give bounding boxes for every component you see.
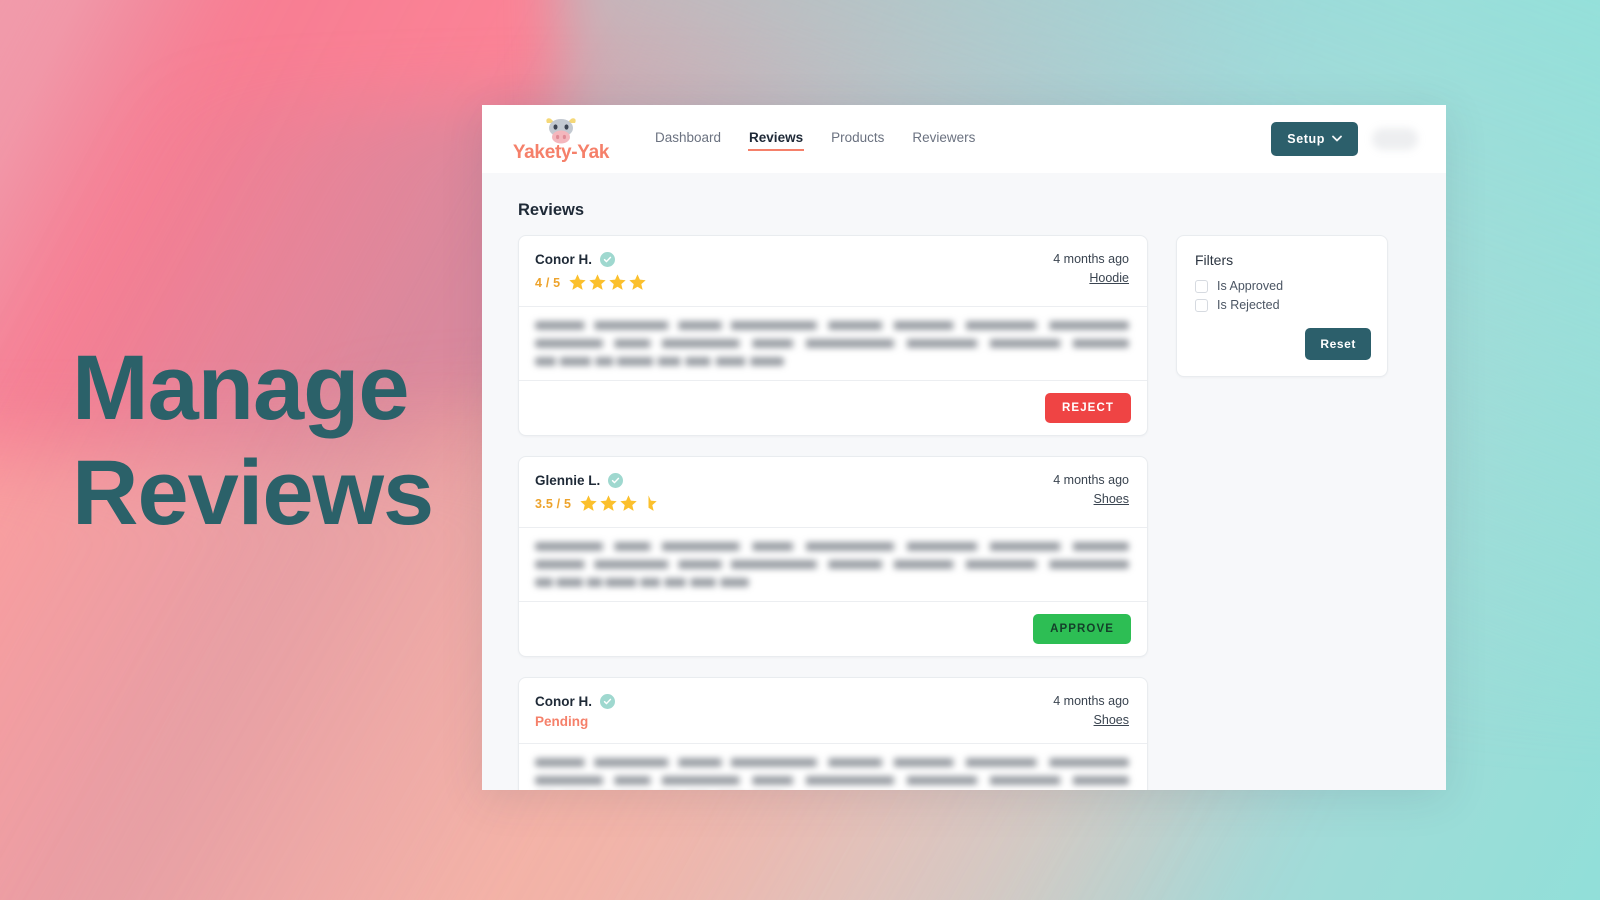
star-rating-icons — [568, 273, 647, 292]
verified-check-icon — [600, 252, 615, 267]
reviewer-name-row: Glennie L. — [535, 473, 1053, 488]
review-body-text — [519, 743, 1147, 790]
nav-link-products[interactable]: Products — [830, 127, 885, 151]
nav-right-group: Setup — [1271, 122, 1418, 156]
reviewer-name: Conor H. — [535, 694, 592, 709]
content-area: Conor H. 4 / 5 4 months ago Hoodie REJEC… — [518, 235, 1410, 790]
approve-button[interactable]: APPROVE — [1033, 614, 1131, 644]
review-identity: Conor H. 4 / 5 — [535, 252, 1053, 292]
verified-check-icon — [608, 473, 624, 488]
reviewer-name-row: Conor H. — [535, 252, 1053, 267]
top-navigation-bar: Yakety-Yak Dashboard Reviews Products Re… — [482, 105, 1446, 173]
review-timestamp: 4 months ago — [1053, 252, 1129, 266]
table-row: Glennie L. 3.5 / 5 4 months ago Shoes AP… — [518, 456, 1148, 657]
page-title: Reviews — [518, 201, 585, 219]
page-body: Reviews Conor H. 4 / 5 4 months ago Hood… — [482, 173, 1446, 790]
redacted-review-text — [535, 321, 1129, 366]
rating-score: 3.5 / 5 — [535, 496, 572, 511]
nav-links: Dashboard Reviews Products Reviewers — [654, 127, 976, 151]
reviewer-name: Glennie L. — [535, 473, 601, 488]
status-badge: Pending — [535, 714, 589, 729]
table-row: Conor H. 4 / 5 4 months ago Hoodie REJEC… — [518, 235, 1148, 436]
reset-button[interactable]: Reset — [1305, 328, 1371, 360]
review-body-text — [519, 306, 1147, 380]
review-timestamp: 4 months ago — [1053, 694, 1129, 708]
reset-row: Reset — [1195, 328, 1371, 360]
star-rating-icons — [579, 494, 658, 513]
brand-logo[interactable]: Yakety-Yak — [506, 116, 616, 162]
review-body-text — [519, 527, 1147, 601]
review-actions: REJECT — [519, 380, 1147, 435]
review-header: Glennie L. 3.5 / 5 4 months ago Shoes — [519, 457, 1147, 527]
rating-score: 4 / 5 — [535, 275, 561, 290]
review-meta: 4 months ago Hoodie — [1053, 252, 1129, 292]
checkbox-is-rejected[interactable] — [1195, 298, 1208, 312]
nav-link-reviews[interactable]: Reviews — [748, 127, 805, 151]
reviewer-name: Conor H. — [535, 252, 592, 267]
rating-row: 3.5 / 5 — [535, 494, 1053, 513]
app-window: Yakety-Yak Dashboard Reviews Products Re… — [482, 105, 1446, 790]
review-actions: APPROVE — [519, 601, 1147, 656]
filter-label-is-approved: Is Approved — [1217, 279, 1284, 293]
hero-line-1: Manage — [72, 337, 410, 439]
review-header: Conor H. Pending 4 months ago Shoes — [519, 678, 1147, 743]
hero-headline: Manage Reviews — [72, 336, 532, 546]
filter-label-is-rejected: Is Rejected — [1217, 298, 1280, 312]
filter-is-rejected[interactable]: Is Rejected — [1195, 298, 1371, 312]
review-header: Conor H. 4 / 5 4 months ago Hoodie — [519, 236, 1147, 306]
avatar[interactable] — [1372, 128, 1418, 150]
checkbox-is-approved[interactable] — [1195, 279, 1208, 293]
reviewer-name-row: Conor H. — [535, 694, 1053, 709]
setup-button[interactable]: Setup — [1271, 122, 1358, 156]
filters-title: Filters — [1195, 252, 1234, 268]
review-identity: Conor H. Pending — [535, 694, 1053, 729]
review-product-link[interactable]: Shoes — [1053, 492, 1129, 506]
rating-row: 4 / 5 — [535, 273, 1053, 292]
filter-is-approved[interactable]: Is Approved — [1195, 279, 1371, 293]
half-star-icon — [648, 495, 657, 511]
redacted-review-text — [535, 542, 1129, 587]
chevron-down-icon — [1332, 134, 1342, 144]
review-meta: 4 months ago Shoes — [1053, 473, 1129, 513]
filters-panel: Filters Is Approved Is Rejected Reset — [1176, 235, 1388, 377]
reject-button[interactable]: REJECT — [1045, 393, 1131, 423]
yak-head-icon — [542, 116, 580, 146]
review-timestamp: 4 months ago — [1053, 473, 1129, 487]
nav-link-dashboard[interactable]: Dashboard — [654, 127, 722, 151]
table-row: Conor H. Pending 4 months ago Shoes — [518, 677, 1148, 790]
verified-check-icon — [600, 694, 615, 709]
nav-link-reviewers[interactable]: Reviewers — [911, 127, 976, 151]
setup-button-label: Setup — [1287, 132, 1325, 146]
redacted-review-text — [535, 758, 1129, 790]
review-meta: 4 months ago Shoes — [1053, 694, 1129, 729]
review-product-link[interactable]: Hoodie — [1053, 271, 1129, 285]
reviews-list: Conor H. 4 / 5 4 months ago Hoodie REJEC… — [518, 235, 1148, 790]
hero-line-2: Reviews — [72, 441, 434, 544]
review-identity: Glennie L. 3.5 / 5 — [535, 473, 1053, 513]
review-product-link[interactable]: Shoes — [1053, 713, 1129, 727]
